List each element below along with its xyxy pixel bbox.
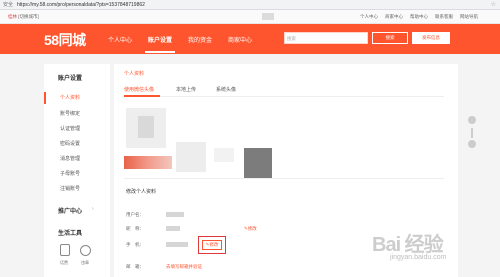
blurred-region	[176, 142, 206, 172]
top-link-personal[interactable]: 个人中心	[360, 14, 378, 20]
switch-city-link[interactable]: [切换城市]	[18, 14, 39, 19]
city-switch[interactable]: 桂林 [切换城市]	[8, 14, 39, 20]
avatar-tabs: 使用微信头像 本地上传 系统头像	[124, 84, 444, 97]
tab-active-underline	[124, 95, 160, 97]
sidebar-title-account: 账户设置	[58, 76, 83, 82]
nav-merchant-center[interactable]: 商家中心	[228, 35, 252, 44]
tab-local-upload[interactable]: 本地上传	[176, 86, 196, 93]
site-header: 58同城 个人中心 账户设置 我的资金 商家中心 搜索 搜索 发布信息	[0, 24, 500, 54]
blurred-qr-code	[244, 148, 272, 178]
sidebar-item-profile[interactable]: 个人资料	[60, 94, 80, 101]
nav-personal-center[interactable]: 个人中心	[108, 35, 132, 44]
page: 安全 https://my.58.com/pro/personaldata/?p…	[0, 0, 500, 277]
url-text[interactable]: https://my.58.com/pro/personaldata/?pts=…	[17, 2, 145, 8]
sidebar-item-messages[interactable]: 消息管理	[60, 155, 80, 162]
sidebar-active-marker	[44, 92, 46, 104]
username-label: 用户名：	[126, 212, 144, 217]
address-bar[interactable]: 安全 https://my.58.com/pro/personaldata/?p…	[0, 0, 500, 10]
nickname-edit-link[interactable]: ✎修改	[244, 226, 257, 232]
breadcrumb: 个人资料	[124, 71, 145, 77]
scroll-widget-dot[interactable]	[468, 116, 476, 124]
nickname-edit-label: 修改	[247, 226, 257, 231]
scroll-widget-dot[interactable]	[468, 140, 476, 148]
nav-account-settings[interactable]: 账户设置	[145, 35, 176, 53]
scroll-widget-line	[471, 128, 473, 138]
edit-profile-title: 修改个人资料	[126, 189, 157, 195]
search-input[interactable]: 搜索	[284, 32, 368, 44]
sidebar-item-verification[interactable]: 认证管理	[60, 125, 80, 132]
gauge-icon[interactable]	[80, 245, 91, 256]
bookmark-star-icon[interactable]: ☆	[491, 1, 496, 8]
site-logo[interactable]: 58同城	[44, 30, 86, 50]
site-top-strip: 桂林 [切换城市] 个人中心 商家中心 帮助中心 联系客服 网站导航	[0, 10, 500, 24]
sidebar-item-deactivate[interactable]: 注销账号	[60, 185, 80, 192]
current-city[interactable]: 桂林	[8, 14, 17, 19]
top-link-merchant[interactable]: 商家中心	[385, 14, 403, 20]
sidebar-item-sub-accounts[interactable]: 子母账号	[60, 170, 80, 177]
username-value-blurred	[166, 212, 184, 217]
baidu-watermark-url: jingyan.baidu.com	[390, 254, 447, 261]
sidebar-title-tools: 生活工具	[58, 231, 83, 237]
post-info-button[interactable]: 发布信息	[412, 32, 450, 44]
username-blurred	[262, 13, 274, 20]
tool-label-phone-bill: 话费	[60, 260, 68, 265]
phone-label: 手 机：	[126, 242, 144, 247]
top-link-sitemap[interactable]: 网站导航	[460, 14, 478, 20]
main-nav: 个人中心 账户设置 我的资金 商家中心	[108, 35, 252, 53]
tool-label-violation: 违章	[81, 260, 89, 265]
sidebar-title-promo[interactable]: 推广中心	[58, 206, 82, 215]
phone-edit-button[interactable]: ✎修改	[202, 240, 222, 250]
phone-edit-label: 修改	[209, 242, 219, 247]
avatar-placeholder-icon	[138, 116, 154, 138]
sidebar: 账户设置 个人资料 账号绑定 认证管理 密码设置 消息管理 子母账号 注销账号 …	[44, 64, 110, 277]
chevron-right-icon[interactable]: ›	[92, 206, 94, 212]
nav-my-funds[interactable]: 我的资金	[188, 35, 212, 44]
tab-wechat-avatar[interactable]: 使用微信头像	[124, 86, 154, 93]
baidu-watermark: Bai 经验	[372, 234, 444, 256]
top-link-contact[interactable]: 联系客服	[435, 14, 453, 20]
sidebar-item-password[interactable]: 密码设置	[60, 140, 80, 147]
phone-value-blurred	[166, 242, 188, 247]
avatar-preview	[126, 108, 166, 148]
nickname-value-blurred	[166, 226, 180, 231]
search-button[interactable]: 搜索	[372, 32, 408, 44]
nickname-label: 昵 称：	[126, 226, 144, 231]
sidebar-item-binding[interactable]: 账号绑定	[60, 110, 80, 117]
blurred-region-red	[124, 156, 172, 169]
email-label: 邮 箱：	[126, 264, 144, 269]
phone-icon[interactable]	[60, 244, 70, 256]
section-divider	[124, 178, 444, 179]
secure-label: 安全	[3, 2, 14, 8]
email-verify-link[interactable]: 去填写邮箱并验证	[166, 264, 202, 270]
blurred-region	[214, 148, 234, 162]
top-link-help[interactable]: 帮助中心	[410, 14, 428, 20]
top-links: 个人中心 商家中心 帮助中心 联系客服 网站导航	[360, 14, 478, 20]
tab-system-avatar[interactable]: 系统头像	[216, 86, 236, 93]
